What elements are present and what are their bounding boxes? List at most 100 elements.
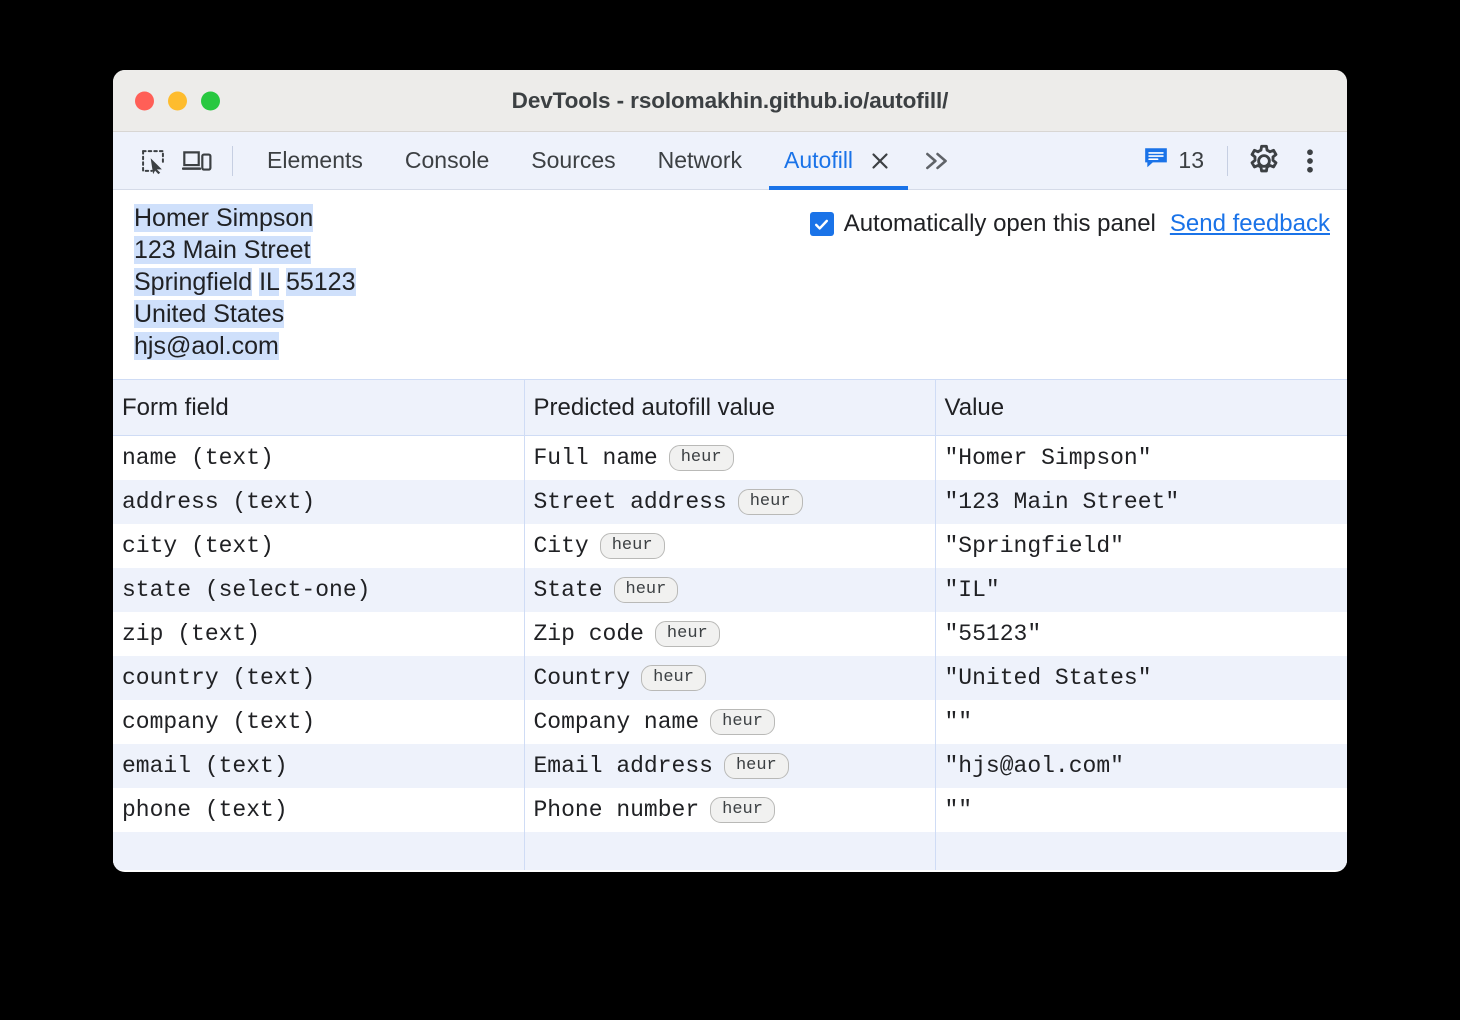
cell-form-field: country (text) [113,656,524,700]
auto-open-checkbox[interactable] [810,212,834,236]
prediction-source-badge: heur [710,797,775,823]
cell-prediction: Street address heur [524,480,935,524]
prediction-source-badge: heur [738,489,803,515]
table-body: name (text) Full name heur "Homer Simpso… [113,436,1347,871]
gear-icon[interactable] [1241,138,1287,184]
cell-prediction: Email address heur [524,744,935,788]
cell-form-field: city (text) [113,524,524,568]
tab-autofill[interactable]: Autofill [763,132,914,190]
cell-value: "" [935,788,1347,832]
address-line: Homer Simpson [134,202,356,234]
close-icon[interactable] [867,148,893,174]
devtools-toolbar: Elements Console Sources Network Autofil… [113,132,1347,190]
toolbar-right-actions: 13 [1133,138,1333,184]
prediction-source-badge: heur [724,753,789,779]
table-row[interactable]: phone (text) Phone number heur "" [113,788,1347,832]
prediction-label: Zip code [534,621,644,647]
cell-prediction: Company name heur [524,700,935,744]
inspect-element-icon[interactable] [131,139,175,183]
address-line-text: 123 Main Street [134,236,311,264]
cell-form-field: address (text) [113,480,524,524]
cell-prediction: City heur [524,524,935,568]
table-row[interactable]: company (text) Company name heur "" [113,700,1347,744]
column-header-form-field[interactable]: Form field [113,380,524,436]
tab-label: Elements [267,147,363,174]
prediction-label: Company name [534,709,700,735]
cell-prediction: Phone number heur [524,788,935,832]
cell-value: "Homer Simpson" [935,436,1347,481]
window-title: DevTools - rsolomakhin.github.io/autofil… [113,88,1347,114]
tab-label: Sources [531,147,615,174]
prediction-source-badge: heur [641,665,706,691]
address-token: Springfield [134,268,252,296]
table-row[interactable]: email (text) Email address heur "hjs@aol… [113,744,1347,788]
cell-form-field: phone (text) [113,788,524,832]
devtools-window: DevTools - rsolomakhin.github.io/autofil… [113,70,1347,872]
prediction-source-badge: heur [655,621,720,647]
auto-open-label: Automatically open this panel [844,210,1156,238]
prediction-source-badge: heur [600,533,665,559]
table-header-row: Form field Predicted autofill value Valu… [113,380,1347,436]
column-header-value[interactable]: Value [935,380,1347,436]
issues-message-icon [1143,146,1169,175]
address-line-text: hjs@aol.com [134,332,279,360]
prediction-label: Full name [534,445,658,471]
autofill-address-preview: Homer Simpson 123 Main Street Springfiel… [134,202,356,362]
table-header: Form field Predicted autofill value Valu… [113,380,1347,436]
table-row[interactable]: city (text) City heur "Springfield" [113,524,1347,568]
cell-value: "hjs@aol.com" [935,744,1347,788]
prediction-label: Country [534,665,631,691]
prediction-source-badge: heur [710,709,775,735]
window-title-bar: DevTools - rsolomakhin.github.io/autofil… [113,70,1347,132]
table-row[interactable]: name (text) Full name heur "Homer Simpso… [113,436,1347,481]
tab-network[interactable]: Network [637,132,763,190]
table-row[interactable]: state (select-one) State heur "IL" [113,568,1347,612]
cell-value: "United States" [935,656,1347,700]
tab-elements[interactable]: Elements [246,132,384,190]
chevron-double-right-icon[interactable] [916,139,958,183]
tab-console[interactable]: Console [384,132,510,190]
address-line: hjs@aol.com [134,330,356,362]
prediction-source-badge: heur [669,445,734,471]
address-line: Springfield IL 55123 [134,266,356,298]
prediction-label: Phone number [534,797,700,823]
issues-button[interactable]: 13 [1133,139,1214,183]
cell-form-field: email (text) [113,744,524,788]
cell-form-field: name (text) [113,436,524,481]
tab-label: Network [658,147,742,174]
cell-prediction: State heur [524,568,935,612]
prediction-source-badge: heur [614,577,679,603]
prediction-label: City [534,533,589,559]
prediction-label: State [534,577,603,603]
issues-count: 13 [1178,147,1204,174]
autofill-table: Form field Predicted autofill value Valu… [113,379,1347,870]
autofill-top-area: Homer Simpson 123 Main Street Springfiel… [113,190,1347,379]
cell-empty [524,832,935,870]
prediction-label: Street address [534,489,727,515]
send-feedback-link[interactable]: Send feedback [1170,210,1330,238]
cell-empty [935,832,1347,870]
address-line: United States [134,298,356,330]
cell-prediction: Country heur [524,656,935,700]
tab-sources[interactable]: Sources [510,132,636,190]
device-toolbar-icon[interactable] [175,139,219,183]
autofill-panel: Homer Simpson 123 Main Street Springfiel… [113,190,1347,871]
tab-label: Autofill [784,147,853,174]
table-row[interactable]: country (text) Country heur "United Stat… [113,656,1347,700]
cell-empty [113,832,524,870]
address-line: 123 Main Street [134,234,356,266]
cell-value: "Springfield" [935,524,1347,568]
cell-form-field: zip (text) [113,612,524,656]
address-token: 55123 [286,268,356,296]
table-row[interactable]: zip (text) Zip code heur "55123" [113,612,1347,656]
cell-value: "" [935,700,1347,744]
cell-value: "123 Main Street" [935,480,1347,524]
toolbar-divider-2 [1227,146,1228,176]
more-vertical-icon[interactable] [1287,138,1333,184]
cell-value: "IL" [935,568,1347,612]
address-line-text: United States [134,300,284,328]
table-row[interactable]: address (text) Street address heur "123 … [113,480,1347,524]
autofill-panel-controls: Automatically open this panel Send feedb… [810,210,1330,238]
cell-prediction: Zip code heur [524,612,935,656]
column-header-predicted-value[interactable]: Predicted autofill value [524,380,935,436]
